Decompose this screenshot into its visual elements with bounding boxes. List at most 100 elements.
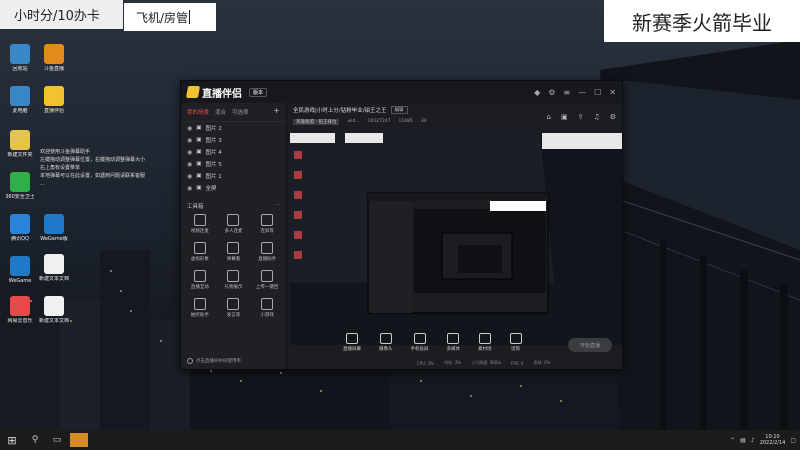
toolbox-item[interactable]: 直播助手 <box>250 242 284 262</box>
source-icon <box>413 332 426 344</box>
source-button[interactable]: 手机投屏 <box>411 332 429 352</box>
desktop-icon[interactable]: 网易云音乐 <box>2 296 38 324</box>
toolbox-item[interactable]: 直播互动 <box>183 270 217 290</box>
image-icon: ▣ <box>196 161 202 167</box>
visibility-eye-icon[interactable]: ◉ <box>187 185 192 192</box>
desktop-icon[interactable]: 新建文本文档 <box>36 296 72 324</box>
toolbox-title: 工具箱 <box>187 204 204 210</box>
source-button[interactable]: 多媒体 <box>447 332 460 352</box>
status-bar: CPU: 3% 内存: 3% 上行网速: 0KB/s FPS: 0 丢帧: 0% <box>287 357 622 369</box>
tool-label: 虚拟形象 <box>190 257 209 262</box>
desktop-icon[interactable]: 此电脑 <box>2 86 38 114</box>
toolbox-item[interactable]: 连屏等 <box>250 214 284 234</box>
desktop-icon-label: 新建文件夹 <box>7 152 33 158</box>
toolbox-item[interactable]: 上传一键回 <box>250 270 284 290</box>
overlay-search-box[interactable]: 飞机/房管 <box>124 3 216 31</box>
scene-label: 图片 2 <box>205 126 222 132</box>
clock[interactable]: 10:10 2022/2/14 <box>760 434 786 446</box>
desktop-icon[interactable]: 腾讯QQ <box>2 214 38 242</box>
visibility-eye-icon[interactable]: ◉ <box>187 161 192 168</box>
source-button[interactable]: 摄像头 <box>379 332 393 352</box>
live-companion-taskbar-icon[interactable] <box>70 433 88 447</box>
scene-item[interactable]: ◉ ▣ 图片 1 <box>181 170 286 182</box>
close-icon[interactable]: ✕ <box>609 88 616 97</box>
image-icon: ▣ <box>196 149 202 155</box>
tab-my-scenes[interactable]: 我的场景 <box>187 108 209 116</box>
source-button[interactable]: 直播屏幕 <box>343 332 361 352</box>
toolbox-item[interactable]: 抽奖助手 <box>183 298 217 318</box>
desktop-icon-label: 此电脑 <box>12 108 28 114</box>
settings-icon[interactable]: ⚙ <box>610 113 616 121</box>
toolbox-item[interactable]: 视频连麦 <box>183 214 217 234</box>
360-icon <box>10 172 30 192</box>
skin-icon[interactable]: ◆ <box>534 88 540 97</box>
window-controls: ◆ ⚙ ≡ — ☐ ✕ <box>534 88 616 97</box>
menu-icon[interactable]: ≡ <box>563 88 570 97</box>
desktop-icon-label: 腾讯QQ <box>11 236 29 242</box>
bell-icon[interactable]: ♫ <box>593 113 599 121</box>
left-footer[interactable]: 点击直播间中间使用率 <box>187 358 241 364</box>
helper-line: ... <box>40 181 45 187</box>
toolbox-item[interactable]: 礼物展示 <box>217 270 251 290</box>
stream-preview[interactable] <box>290 133 622 345</box>
status-item: FPS: 0 <box>511 360 524 366</box>
source-button[interactable]: 素材场 <box>478 332 492 352</box>
tool-label: 直播互动 <box>190 285 209 290</box>
edit-title-button[interactable]: 编辑 <box>390 106 408 114</box>
notification-icon[interactable]: ▢ <box>790 437 796 444</box>
helper-line: 左键拖动调整弹幕位置，右键拖动调整弹幕大小 <box>40 157 146 163</box>
start-live-button[interactable]: 开始直播 <box>568 338 612 352</box>
network-icon[interactable]: ▤ <box>740 437 746 444</box>
category-tag[interactable]: 英雄联盟 - 铂王排位 <box>293 119 340 125</box>
toolbox-item[interactable]: 小游戏 <box>250 298 284 318</box>
source-label: 话筒 <box>511 346 520 352</box>
source-button[interactable]: 话筒 <box>509 332 522 352</box>
text-file-icon <box>44 254 64 274</box>
task-view-icon[interactable]: ▭ <box>48 433 66 447</box>
start-button[interactable]: ⊞ <box>0 430 24 450</box>
app-titlebar[interactable]: 直播伴侣 版本 ◆ ⚙ ≡ — ☐ ✕ <box>181 81 622 103</box>
maximize-icon[interactable]: ☐ <box>594 88 601 97</box>
danmu-helper-text: 欢迎使用斗鱼弹幕助手 左键拖动调整弹幕位置，右键拖动调整弹幕大小 右上角有设置菜… <box>40 148 176 188</box>
gift-icon[interactable]: ⌂ <box>546 113 550 121</box>
scene-item[interactable]: ◉ ▣ 图片 5 <box>181 158 286 170</box>
add-scene-icon[interactable]: + <box>273 107 280 116</box>
scene-panel: 我的场景 混合 可选择 + ◉ ▣ 图片 2 ◉ ▣ 图片 3 ◉ ▣ 图片 4 ◉ ▣ 图片 5 ◉ ▣… <box>181 103 287 369</box>
toolbox-more-icon[interactable]: ⋯ <box>275 202 281 210</box>
toolbox-item[interactable]: 发言等 <box>217 298 251 318</box>
desktop-icon[interactable]: 回收站 <box>2 44 38 72</box>
visibility-eye-icon[interactable]: ◉ <box>187 149 192 156</box>
tray-up-icon[interactable]: ⌃ <box>730 437 735 444</box>
desktop-icon[interactable]: 斗鱼直播 <box>36 44 72 72</box>
toolbox-item[interactable]: 虚拟形象 <box>183 242 217 262</box>
tool-label: 多人连麦 <box>224 229 243 234</box>
desktop-icon[interactable]: WeGame <box>2 256 38 284</box>
scene-item[interactable]: ◉ ▣ 全屏 <box>181 182 286 194</box>
live-companion-window[interactable]: 直播伴侣 版本 ◆ ⚙ ≡ — ☐ ✕ 我的场景 混合 可选择 + ◉ ▣ 图片 2… <box>180 80 623 370</box>
toolbox-item[interactable]: 多人连麦 <box>217 214 251 234</box>
tab-optional[interactable]: 可选择 <box>232 108 249 116</box>
search-icon[interactable]: ⚲ <box>26 433 44 447</box>
visibility-eye-icon[interactable]: ◉ <box>187 173 192 180</box>
desktop-icon[interactable]: 新建文件夹 <box>2 130 38 158</box>
desktop-icon[interactable]: 新建文本文档 <box>36 254 72 282</box>
desktop-icon[interactable]: 360安全卫士 <box>2 172 38 200</box>
scene-item[interactable]: ◉ ▣ 图片 2 <box>181 122 286 134</box>
share-icon[interactable]: ⇪ <box>578 113 584 121</box>
desktop-icon[interactable]: WeGame版 <box>36 214 72 242</box>
tool-label: 视频连麦 <box>190 229 209 234</box>
scene-item[interactable]: ◉ ▣ 图片 3 <box>181 134 286 146</box>
minimize-icon[interactable]: — <box>578 88 586 97</box>
settings-icon[interactable]: ⚙ <box>548 88 555 97</box>
visibility-eye-icon[interactable]: ◉ <box>187 137 192 144</box>
visibility-eye-icon[interactable]: ◉ <box>187 125 192 132</box>
tab-mix[interactable]: 混合 <box>215 108 226 116</box>
desktop-icon-label: 新建文本文档 <box>38 318 69 324</box>
wegame-icon <box>10 256 30 276</box>
desktop-icon[interactable]: 直播伴侣 <box>36 86 72 114</box>
volume-icon[interactable]: ♪ <box>751 437 755 444</box>
toolbox-item[interactable]: 弹幕看 <box>217 242 251 262</box>
lock-icon[interactable]: ▣ <box>561 113 568 121</box>
tool-icon <box>227 298 240 310</box>
scene-item[interactable]: ◉ ▣ 图片 4 <box>181 146 286 158</box>
